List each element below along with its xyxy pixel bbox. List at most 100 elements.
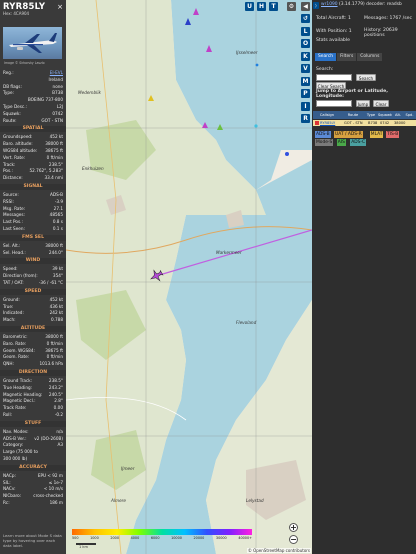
wind-value: 354° bbox=[52, 273, 63, 279]
zoom-in-button[interactable]: + bbox=[289, 523, 298, 532]
close-panel-button[interactable]: × bbox=[56, 3, 64, 11]
signal-row: Messages: 48565 bbox=[2, 212, 64, 218]
aircraft-photo[interactable] bbox=[3, 27, 62, 59]
wind-row: Direction (from): 354° bbox=[2, 273, 64, 279]
map-canvas[interactable] bbox=[66, 0, 312, 554]
tab-columns[interactable]: Columns bbox=[357, 53, 383, 61]
signal-value: -3.9 bbox=[54, 198, 63, 204]
search-input[interactable] bbox=[316, 74, 352, 81]
map-tool-button[interactable]: O bbox=[301, 39, 310, 48]
map-attribution[interactable]: © OpenStreetMap contributors bbox=[246, 548, 311, 553]
col-route[interactable]: Route bbox=[341, 111, 365, 119]
signal-row: Source: ADS-B bbox=[2, 192, 64, 198]
map-tool-button[interactable]: L bbox=[301, 26, 310, 36]
spatial-row: Groundspeed: 452 kt bbox=[2, 134, 64, 140]
direction-label: True Heading: bbox=[3, 384, 33, 390]
accuracy-row: NICbaro: cross-checked bbox=[2, 493, 64, 499]
direction-value: 240.5° bbox=[48, 391, 63, 397]
info-value[interactable]: EI-EVL bbox=[50, 70, 63, 76]
map-tool-button[interactable]: P bbox=[301, 89, 310, 98]
map-tool-button[interactable]: R bbox=[301, 114, 310, 123]
stuff-row: Nav. Modes: n/a bbox=[2, 429, 64, 435]
legend-badge[interactable]: ADS-B bbox=[315, 131, 331, 138]
legend-badge[interactable]: TIS-B bbox=[386, 131, 400, 138]
wr1090-link[interactable]: wr1090 bbox=[321, 2, 338, 7]
settings-icon[interactable]: ⚙ bbox=[287, 2, 296, 11]
direction-label: Roll: bbox=[3, 412, 13, 417]
col-callsign[interactable]: Callsign bbox=[313, 111, 341, 119]
map-button-u[interactable]: U bbox=[245, 2, 254, 11]
altitude-scale-label: 30000 bbox=[215, 536, 227, 540]
speed-row: True: 436 kt bbox=[2, 304, 64, 310]
map-tool-button[interactable]: ↺ bbox=[301, 14, 310, 23]
jump-input[interactable] bbox=[316, 100, 352, 107]
stats-available[interactable]: Stats available bbox=[316, 38, 366, 43]
table-row[interactable]: RYR85LY GOT - STN B738 0742 38000 bbox=[313, 120, 416, 126]
legend-badge[interactable]: ADS-C bbox=[350, 139, 367, 146]
accuracy-row: NACv: < 10 m/s bbox=[2, 486, 64, 492]
info-label: DB flags: bbox=[3, 83, 22, 89]
clear-button[interactable]: Clear bbox=[373, 100, 389, 107]
col-type[interactable]: Type bbox=[365, 111, 377, 119]
footer-note: Learn more about Mode S data type by hov… bbox=[3, 533, 62, 548]
legend-badge[interactable]: AIS bbox=[336, 139, 346, 146]
accuracy-row: NACp: EPU < 92 m bbox=[2, 473, 64, 479]
jump-button[interactable]: Jump bbox=[356, 100, 370, 107]
spatial-row: Distance: 33.4 nmi bbox=[2, 175, 64, 181]
search-label: Search: bbox=[316, 67, 334, 72]
map-button-h[interactable]: H bbox=[257, 2, 266, 11]
spatial-value: 452 kt bbox=[49, 134, 63, 140]
signal-label: Last Seen: bbox=[3, 226, 25, 231]
altitude-scale-label: 4000 bbox=[130, 536, 140, 540]
spatial-label: Vert. Rate: bbox=[3, 154, 26, 160]
info-value: B738 bbox=[52, 90, 63, 96]
col-alt[interactable]: Alt. bbox=[393, 111, 403, 119]
photo-credit: Image © Sirkorsky Laszlo bbox=[4, 61, 45, 65]
map-tool-button[interactable]: M bbox=[301, 76, 310, 86]
info-value: GOT - STN bbox=[41, 117, 63, 123]
sidebar-toggle-button[interactable]: ◀ bbox=[301, 2, 310, 11]
altitude-value: 0 ft/min bbox=[46, 354, 63, 360]
info-row: Type Desc.: L2J bbox=[2, 104, 64, 110]
legend-badge[interactable]: MLAT bbox=[369, 131, 384, 138]
legend-badge[interactable]: UAT / ADS-R bbox=[334, 131, 363, 138]
map-tool-button[interactable]: I bbox=[301, 101, 310, 111]
speed-label: Indicated: bbox=[3, 310, 24, 316]
zoom-out-button[interactable]: − bbox=[289, 535, 298, 544]
tab-search[interactable]: Search bbox=[315, 53, 337, 61]
direction-label: Magnetic Decl.: bbox=[3, 398, 36, 404]
row-alt: 38000 bbox=[394, 121, 406, 125]
direction-label: Track Rate: bbox=[3, 405, 27, 411]
search-button[interactable]: Search bbox=[356, 74, 376, 81]
direction-row: Magnetic Decl.: 2.8° bbox=[2, 398, 64, 404]
info-label: Type Desc.: bbox=[3, 104, 27, 109]
aircraft-marker[interactable] bbox=[255, 63, 259, 67]
altitude-label: Geom. WGS84: bbox=[3, 347, 35, 353]
clear-search-button[interactable]: Clear Search bbox=[316, 82, 346, 89]
info-label: Route: bbox=[3, 117, 17, 123]
direction-label: Ground Track: bbox=[3, 378, 33, 383]
map-label-lelystad: Lelystad bbox=[246, 498, 264, 503]
info-label: Type: bbox=[3, 90, 15, 96]
accuracy-value: ≤ 1e-7 bbox=[48, 479, 63, 485]
speed-label: True: bbox=[3, 303, 14, 309]
row-callsign[interactable]: RYR85LY bbox=[320, 120, 344, 126]
accuracy-value: < 10 m/s bbox=[43, 486, 63, 492]
wind-row: Speed: 39 kt bbox=[2, 266, 64, 272]
map-view[interactable]: Enkhuizen Medemblik Markermeer IJsselmee… bbox=[66, 0, 312, 554]
col-spd[interactable]: Spd. bbox=[403, 111, 416, 119]
accuracy-value: cross-checked bbox=[33, 493, 63, 499]
section-wind: WIND bbox=[0, 258, 66, 265]
tab-filters[interactable]: Filters bbox=[337, 53, 357, 61]
map-button-t[interactable]: T bbox=[269, 2, 278, 11]
aircraft-marker[interactable] bbox=[285, 152, 289, 156]
fms-row: Sel. Head.: 244.0° bbox=[2, 250, 64, 256]
map-tool-button[interactable]: V bbox=[301, 64, 310, 73]
map-tool-button[interactable]: K bbox=[301, 51, 310, 61]
altitude-label: Barometric: bbox=[3, 334, 28, 339]
collapse-sidebar-button[interactable]: ⟩ bbox=[313, 2, 319, 9]
legend-badge[interactable]: Mode-S bbox=[315, 139, 334, 146]
col-squawk[interactable]: Squawk bbox=[377, 111, 393, 119]
aircraft-marker[interactable] bbox=[254, 124, 258, 128]
altitude-row: Barometric: 38000 ft bbox=[2, 334, 64, 340]
